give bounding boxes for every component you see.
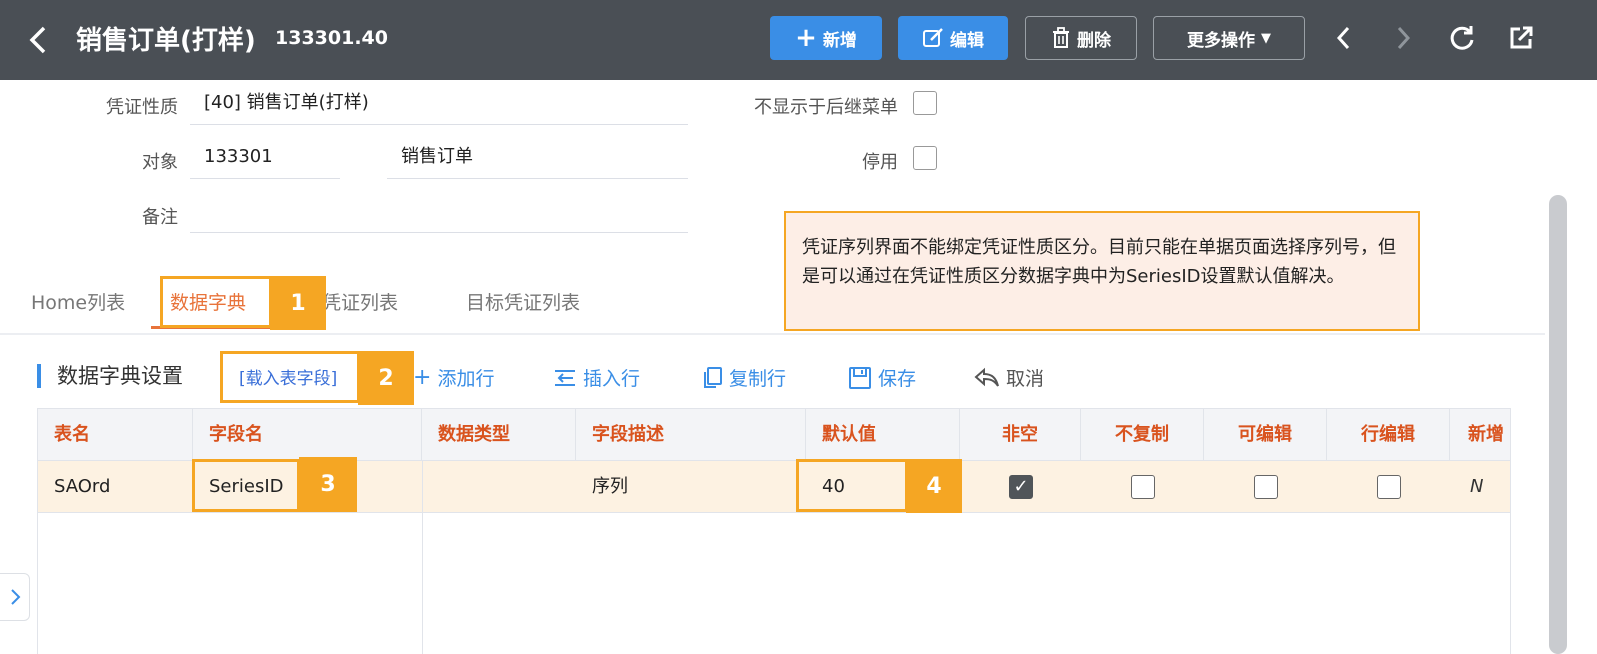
- external-open-icon: [1510, 26, 1533, 49]
- checkbox-row-edit[interactable]: [1377, 475, 1401, 499]
- column-header-editable[interactable]: 可编辑: [1204, 409, 1327, 461]
- cell-description[interactable]: 序列: [576, 461, 806, 513]
- highlight-box-2: [220, 351, 360, 403]
- column-header-default-value[interactable]: 默认值: [806, 409, 960, 461]
- hide-successor-label: 不显示于后继菜单: [754, 97, 898, 118]
- delete-button[interactable]: 删除: [1025, 16, 1137, 60]
- tab-target-voucher-list[interactable]: 目标凭证列表: [466, 288, 580, 315]
- more-actions-dropdown[interactable]: 更多操作 ▼: [1153, 16, 1305, 60]
- insert-row-button[interactable]: 插入行: [553, 364, 640, 391]
- cancel-button[interactable]: 取消: [974, 364, 1044, 391]
- delete-button-label: 删除: [1077, 30, 1111, 51]
- top-header: 销售订单(打样) 133301.40 + 新增 编辑 删除 更多操作 ▼: [0, 0, 1597, 80]
- cell-table-name[interactable]: SAOrd: [38, 461, 193, 513]
- undo-icon: [974, 367, 999, 387]
- step-marker-3: 3: [299, 457, 357, 512]
- column-header-field-name[interactable]: 字段名: [193, 409, 422, 461]
- section-title: 数据字典设置: [57, 364, 183, 388]
- vertical-scrollbar[interactable]: [1549, 195, 1567, 654]
- object-name-field[interactable]: 销售订单: [387, 143, 688, 179]
- prev-record-button[interactable]: [1326, 20, 1362, 56]
- voucher-type-label: 凭证性质: [106, 97, 178, 118]
- refresh-icon: [1450, 26, 1474, 50]
- checkmark-icon: ✓: [1013, 476, 1029, 497]
- tabs-divider: [0, 333, 1545, 335]
- object-code-field[interactable]: 133301: [190, 143, 340, 179]
- save-button[interactable]: 保存: [848, 364, 916, 391]
- copy-row-button[interactable]: 复制行: [701, 364, 786, 391]
- back-button[interactable]: [22, 22, 54, 58]
- highlight-box-1: [160, 276, 272, 328]
- hide-successor-checkbox[interactable]: [913, 91, 937, 115]
- add-button[interactable]: + 新增: [770, 16, 882, 60]
- add-row-button[interactable]: + 添加行: [413, 364, 494, 391]
- checkbox-not-null[interactable]: ✓: [1009, 475, 1033, 499]
- column-header-row-edit[interactable]: 行编辑: [1327, 409, 1450, 461]
- column-header-description[interactable]: 字段描述: [576, 409, 806, 461]
- back-arrow-icon: [29, 26, 46, 54]
- cancel-label: 取消: [1006, 368, 1045, 390]
- tab-home-list[interactable]: Home列表: [31, 288, 125, 315]
- add-button-label: 新增: [822, 30, 857, 51]
- copy-row-label: 复制行: [729, 368, 787, 390]
- section-accent-bar: [37, 364, 41, 388]
- edit-icon: [923, 28, 943, 47]
- remark-label: 备注: [142, 207, 178, 228]
- annotation-note: 凭证序列界面不能绑定凭证性质区分。目前只能在单据页面选择序列号，但是可以通过在凭…: [784, 211, 1420, 331]
- step-marker-4: 4: [906, 459, 962, 513]
- step-marker-2: 2: [358, 351, 414, 405]
- column-header-new[interactable]: 新增: [1450, 409, 1510, 461]
- plus-icon: +: [795, 23, 817, 53]
- edit-button-label: 编辑: [950, 30, 984, 51]
- disabled-checkbox[interactable]: [913, 146, 937, 170]
- table-header: 表名 字段名 数据类型 字段描述 默认值 非空 不复制 可编辑 行编辑 新增: [38, 409, 1510, 461]
- column-header-table-name[interactable]: 表名: [38, 409, 193, 461]
- cell-data-type[interactable]: [422, 461, 576, 513]
- expand-side-panel-button[interactable]: [0, 573, 30, 621]
- add-row-label: 添加行: [437, 368, 495, 390]
- column-divider: [422, 461, 423, 654]
- insert-row-icon: [555, 369, 575, 386]
- chevron-right-icon: [1397, 26, 1411, 50]
- more-actions-label: 更多操作: [1187, 30, 1255, 51]
- column-header-not-null[interactable]: 非空: [960, 409, 1081, 461]
- object-label: 对象: [142, 152, 178, 173]
- insert-row-label: 插入行: [583, 368, 641, 390]
- caret-down-icon: ▼: [1261, 30, 1271, 46]
- remark-field[interactable]: [190, 197, 688, 233]
- open-external-button[interactable]: [1503, 20, 1539, 56]
- copy-icon: [704, 366, 722, 388]
- highlight-box-3: [192, 459, 300, 512]
- trash-icon: [1053, 27, 1069, 48]
- next-record-button[interactable]: [1385, 20, 1421, 56]
- checkbox-editable[interactable]: [1254, 475, 1278, 499]
- edit-button[interactable]: 编辑: [898, 16, 1008, 60]
- document-number: 133301.40: [275, 27, 388, 49]
- column-header-no-copy[interactable]: 不复制: [1081, 409, 1204, 461]
- page-title: 销售订单(打样): [76, 26, 256, 56]
- column-header-data-type[interactable]: 数据类型: [422, 409, 576, 461]
- data-dictionary-table: 表名 字段名 数据类型 字段描述 默认值 非空 不复制 可编辑 行编辑 新增 S…: [37, 408, 1511, 654]
- cell-new[interactable]: N: [1450, 461, 1510, 513]
- voucher-type-field[interactable]: [40] 销售订单(打样): [190, 89, 688, 125]
- save-label: 保存: [878, 368, 917, 390]
- disabled-label: 停用: [862, 152, 898, 173]
- chevron-left-icon: [1336, 26, 1350, 50]
- step-marker-1: 1: [270, 276, 326, 330]
- chevron-right-icon: [10, 589, 20, 605]
- plus-icon: +: [413, 365, 432, 390]
- save-icon: [849, 366, 871, 389]
- highlight-box-4: [796, 459, 908, 512]
- refresh-button[interactable]: [1444, 20, 1480, 56]
- checkbox-no-copy[interactable]: [1131, 475, 1155, 499]
